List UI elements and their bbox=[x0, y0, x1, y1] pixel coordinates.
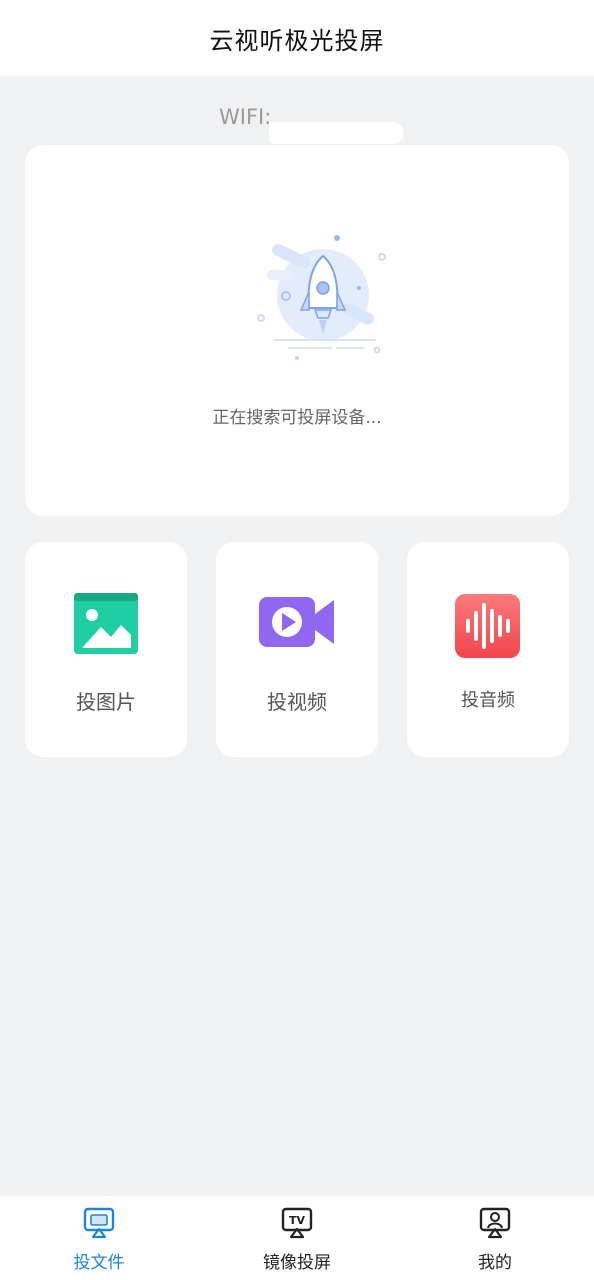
cast-image-tile[interactable]: 投图片 bbox=[25, 542, 187, 757]
wifi-info: WIFI: bbox=[219, 102, 404, 144]
cast-image-label: 投图片 bbox=[76, 690, 136, 714]
tv-mirror-icon: TV bbox=[281, 1207, 313, 1239]
cast-audio-tile[interactable]: 投音频 bbox=[407, 542, 569, 757]
svg-text:TV: TV bbox=[289, 1214, 306, 1227]
tab-cast-file[interactable]: 投文件 bbox=[0, 1196, 198, 1280]
title-bar: 云视听极光投屏 bbox=[0, 0, 594, 76]
cast-video-label: 投视频 bbox=[267, 690, 327, 714]
cast-audio-label: 投音频 bbox=[461, 690, 515, 711]
audio-wave-icon bbox=[455, 594, 520, 658]
cast-video-tile[interactable]: 投视频 bbox=[216, 542, 378, 757]
bottom-tab-bar: 投文件 TV 镜像投屏 我的 bbox=[0, 1196, 594, 1280]
device-search-card: 正在搜索可投屏设备... bbox=[25, 145, 569, 516]
tab-mirror-cast[interactable]: TV 镜像投屏 bbox=[198, 1196, 396, 1280]
image-icon bbox=[74, 593, 138, 654]
wifi-label: WIFI: bbox=[219, 105, 272, 129]
tab-mirror-cast-label: 镜像投屏 bbox=[263, 1253, 331, 1273]
page-title: 云视听极光投屏 bbox=[209, 26, 385, 55]
search-status-text: 正在搜索可投屏设备... bbox=[212, 408, 382, 428]
cast-file-icon bbox=[83, 1207, 115, 1239]
video-camera-icon bbox=[259, 597, 334, 647]
tab-profile[interactable]: 我的 bbox=[396, 1196, 594, 1280]
tab-profile-label: 我的 bbox=[478, 1253, 512, 1273]
profile-icon bbox=[479, 1207, 511, 1239]
wifi-name-redaction bbox=[269, 122, 404, 144]
rocket-illustration-icon bbox=[257, 235, 386, 360]
tab-cast-file-label: 投文件 bbox=[73, 1253, 125, 1273]
